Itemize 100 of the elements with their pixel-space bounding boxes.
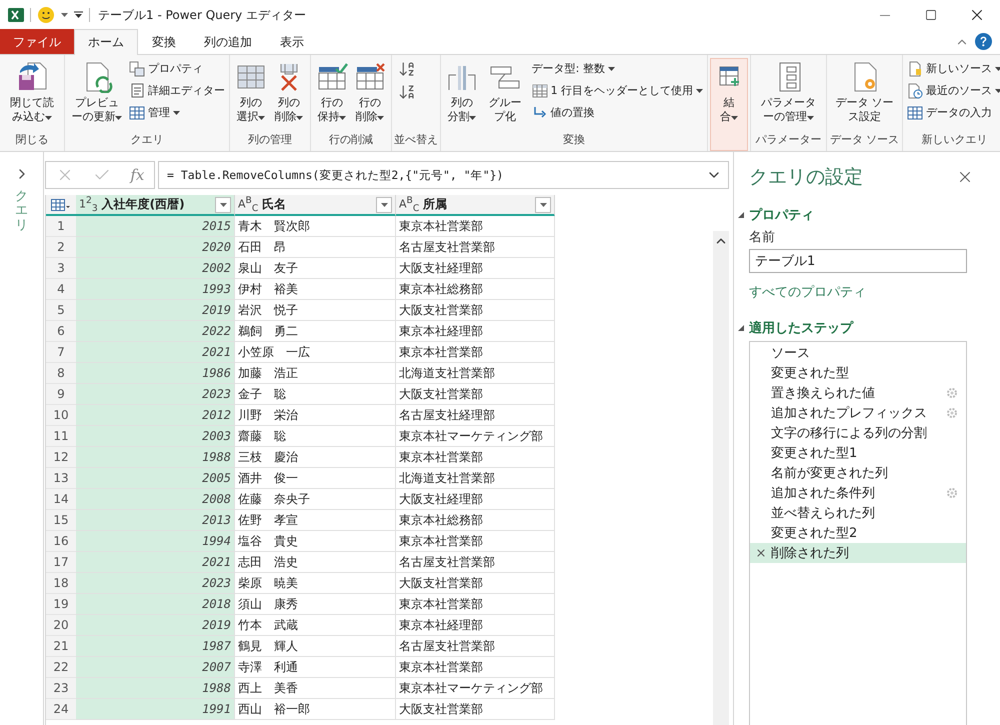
sort-descending-icon bbox=[398, 83, 416, 101]
ribbon-button[interactable]: 詳細エディター bbox=[126, 80, 227, 101]
table-cell: 須山 康秀 bbox=[235, 594, 396, 615]
ribbon-button[interactable]: データ型: 整数 bbox=[530, 58, 706, 79]
filter-button[interactable] bbox=[376, 196, 392, 212]
caret-icon bbox=[61, 13, 68, 17]
step-item[interactable]: 並べ替えられた列 bbox=[750, 503, 966, 523]
table-cell: 柴原 暁美 bbox=[235, 573, 396, 594]
row-number: 18 bbox=[46, 573, 76, 594]
smiley-icon[interactable] bbox=[37, 6, 55, 24]
ribbon-tab[interactable]: ファイル bbox=[0, 29, 74, 54]
ribbon-tab[interactable]: 変換 bbox=[138, 29, 190, 54]
table-cell: 2008 bbox=[76, 489, 235, 510]
table-cell: 2003 bbox=[76, 426, 235, 447]
ribbon-button[interactable]: 列の選択 bbox=[232, 58, 270, 127]
ribbon-button[interactable]: 管理 bbox=[126, 102, 227, 123]
table-cell: 東京本社営業部 bbox=[396, 342, 555, 363]
ribbon-button[interactable]: 閉じて読み込む bbox=[2, 58, 62, 127]
name-field[interactable]: テーブル1 bbox=[749, 249, 967, 273]
ribbon-button[interactable]: データ ソース設定 bbox=[829, 58, 900, 127]
table-menu-button[interactable] bbox=[46, 195, 76, 217]
table-cell: 2019 bbox=[76, 300, 235, 321]
help-icon[interactable] bbox=[975, 33, 992, 50]
insert-function-label[interactable]: fx bbox=[130, 166, 144, 184]
table-cell: 志田 浩史 bbox=[235, 552, 396, 573]
ribbon-button[interactable]: プレビューの更新 bbox=[66, 58, 127, 127]
row-number: 20 bbox=[46, 615, 76, 636]
table-cell: 東京本社マーケティング部 bbox=[396, 678, 555, 699]
table-cell: 伊村 裕美 bbox=[235, 279, 396, 300]
step-item[interactable]: 変更された型 bbox=[750, 363, 966, 383]
group-label: 行の削減 bbox=[328, 132, 373, 148]
table-cell: 金子 聡 bbox=[235, 384, 396, 405]
table-cell: 2019 bbox=[76, 615, 235, 636]
step-item[interactable]: 削除された列 bbox=[750, 543, 966, 563]
table-cell: 岩沢 悦子 bbox=[235, 300, 396, 321]
caret-icon bbox=[380, 202, 388, 206]
ribbon-button[interactable]: 列の分割 bbox=[442, 58, 481, 127]
ribbon-tab[interactable]: 表示 bbox=[266, 29, 318, 54]
table-cell: 泉山 友子 bbox=[235, 258, 396, 279]
table-cell: 加藤 浩正 bbox=[235, 363, 396, 384]
editor-icon bbox=[128, 82, 145, 98]
column-header[interactable]: A$^{B}$$_{C}$ 所属 bbox=[396, 195, 555, 217]
ribbon-button[interactable]: 1 行目をヘッダーとして使用 bbox=[530, 80, 706, 101]
sort-ascending-icon bbox=[398, 60, 416, 78]
table-cell: 大阪支社経理部 bbox=[396, 258, 555, 279]
maximize-icon bbox=[925, 9, 937, 21]
row-number: 2 bbox=[46, 237, 76, 258]
ribbon-button[interactable]: 値の置換 bbox=[530, 102, 706, 123]
all-properties-link[interactable]: すべてのプロパティ bbox=[749, 283, 974, 301]
ribbon-button[interactable]: パラメーターの管理 bbox=[753, 58, 824, 127]
table-cell: 齋藤 聡 bbox=[235, 426, 396, 447]
table-cell: 東京本社マーケティング部 bbox=[396, 426, 555, 447]
customize-toolbar-icon[interactable] bbox=[74, 11, 83, 19]
ribbon-button[interactable]: 新しいソース bbox=[904, 58, 1000, 79]
ribbon-button[interactable]: 行の保持 bbox=[312, 58, 351, 127]
step-item[interactable]: 変更された型2 bbox=[750, 523, 966, 543]
table-cell: 大阪支社営業部 bbox=[396, 573, 555, 594]
vertical-scrollbar[interactable] bbox=[713, 231, 729, 725]
step-item[interactable]: 置き換えられた値 bbox=[750, 383, 966, 403]
table-cell: 1994 bbox=[76, 531, 235, 552]
collapse-icon[interactable] bbox=[737, 211, 745, 219]
filter-button[interactable] bbox=[535, 196, 551, 212]
step-item[interactable]: 追加されたプレフィックス bbox=[750, 403, 966, 423]
table-cell: 三枝 慶治 bbox=[235, 447, 396, 468]
ribbon-button[interactable]: 結合 bbox=[710, 58, 748, 151]
ribbon-button[interactable]: データの入力 bbox=[904, 102, 1000, 123]
table-cell: 1991 bbox=[76, 699, 235, 720]
step-item[interactable]: 追加された条件列 bbox=[750, 483, 966, 503]
step-item[interactable]: 文字の移行による列の分割 bbox=[750, 423, 966, 443]
table-cell: 2002 bbox=[76, 258, 235, 279]
row-number: 3 bbox=[46, 258, 76, 279]
ribbon-button[interactable]: 列の削除 bbox=[270, 58, 308, 127]
step-item[interactable]: 変更された型1 bbox=[750, 443, 966, 463]
table-cell: 1993 bbox=[76, 279, 235, 300]
ribbon-button[interactable]: 最近のソース bbox=[904, 80, 1000, 101]
row-number: 16 bbox=[46, 531, 76, 552]
table-cell: 東京本社総務部 bbox=[396, 510, 555, 531]
filter-button[interactable] bbox=[215, 196, 231, 212]
table-cell: 東京本社営業部 bbox=[396, 216, 555, 237]
ribbon-button[interactable]: プロパティ bbox=[126, 58, 227, 79]
recent-source-icon bbox=[906, 82, 923, 98]
table-cell: 2018 bbox=[76, 594, 235, 615]
step-item[interactable]: 名前が変更された列 bbox=[750, 463, 966, 483]
ribbon-button[interactable]: 行の削除 bbox=[350, 58, 389, 127]
table-cell: 西山 裕一郎 bbox=[235, 699, 396, 720]
step-item[interactable]: ソース bbox=[750, 343, 966, 363]
group-label: 閉じる bbox=[15, 132, 48, 148]
ribbon-tab[interactable]: 列の追加 bbox=[190, 29, 266, 54]
column-header[interactable]: 1$^{2}$$_{3}$ 入社年度(西暦) bbox=[76, 195, 235, 217]
column-name: 入社年度(西暦) bbox=[102, 196, 186, 213]
row-number: 17 bbox=[46, 552, 76, 573]
ribbon-button[interactable]: グループ化 bbox=[480, 58, 530, 127]
column-header[interactable]: A$^{B}$$_{C}$ 氏名 bbox=[235, 195, 396, 217]
row-number: 1 bbox=[46, 216, 76, 237]
section-heading: 適用したステップ bbox=[749, 320, 853, 337]
delete-step-icon[interactable] bbox=[755, 547, 767, 559]
table-cell: 名古屋支社経理部 bbox=[396, 405, 555, 426]
collapse-icon[interactable] bbox=[737, 324, 745, 332]
formula-field[interactable]: = Table.RemoveColumns(変更された型2,{"元号", "年"}) bbox=[158, 161, 729, 189]
ribbon-tab[interactable]: ホーム bbox=[74, 29, 138, 55]
